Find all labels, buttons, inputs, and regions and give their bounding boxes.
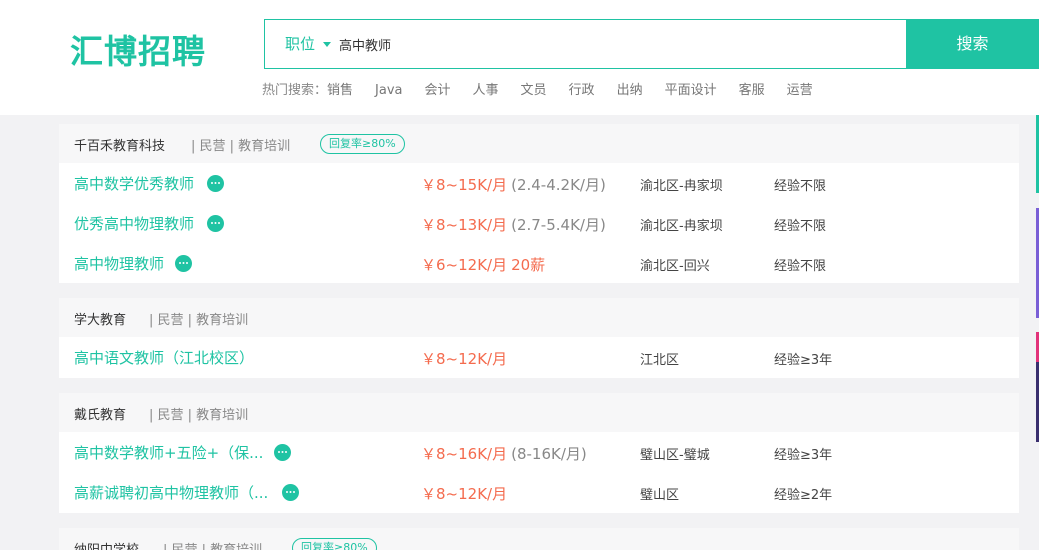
company-header: 学大教育 | 民营 | 教育培训 xyxy=(59,298,1019,337)
job-experience: 经验不限 xyxy=(774,259,827,274)
salary-range: ￥8~16K/月 xyxy=(421,445,508,463)
job-location: 江北区 xyxy=(640,353,680,368)
hot-search-item[interactable]: 出纳 xyxy=(617,79,643,98)
reply-rate-badge: 回复率≥80% xyxy=(320,134,405,154)
company-header: 纳阳中学校 | 民营 | 教育培训 回复率≥80% xyxy=(59,528,1019,550)
salary-range: ￥6~12K/月 xyxy=(421,256,508,274)
job-location: 渝北区-回兴 xyxy=(640,259,710,274)
company-tags: | 民营 | 教育培训 xyxy=(191,139,291,154)
job-title-link[interactable]: 优秀高中物理教师 xyxy=(74,213,194,234)
salary-detail: (2.4-4.2K/月) xyxy=(511,176,606,194)
company-header: 千百禾教育科技 | 民营 | 教育培训 回复率≥80% xyxy=(59,124,1019,163)
hot-search-item[interactable]: 文员 xyxy=(521,79,547,98)
hot-search-item[interactable]: 人事 xyxy=(473,79,499,98)
job-title-link[interactable]: 高中数学优秀教师 xyxy=(74,173,194,194)
search-category-label: 职位 xyxy=(285,35,316,53)
salary-range: ￥8~13K/月 xyxy=(421,216,508,234)
search-box: 职位 xyxy=(264,19,906,69)
logo[interactable]: 汇博招聘 xyxy=(70,30,206,74)
job-row[interactable]: 优秀高中物理教师 ￥8~13K/月 (2.7-5.4K/月) 渝北区-冉家坝 经验… xyxy=(59,203,1019,243)
hot-search-item[interactable]: 运营 xyxy=(787,79,813,98)
hot-search-item[interactable]: 行政 xyxy=(569,79,595,98)
hot-searches-label: 热门搜索： xyxy=(262,83,328,98)
salary: ￥8~15K/月 (2.4-4.2K/月) xyxy=(421,174,606,195)
job-experience: 经验不限 xyxy=(774,179,827,194)
search-input[interactable] xyxy=(339,32,879,56)
job-experience: 经验≥3年 xyxy=(774,448,833,463)
job-location: 璧山区-璧城 xyxy=(640,448,710,463)
hot-search-item[interactable]: 平面设计 xyxy=(665,79,717,98)
company-name[interactable]: 纳阳中学校 xyxy=(74,539,139,550)
company-card: 纳阳中学校 | 民营 | 教育培训 回复率≥80% xyxy=(59,528,1019,550)
hot-search-item[interactable]: 客服 xyxy=(739,79,765,98)
salary: ￥8~12K/月 xyxy=(421,483,507,504)
job-location: 渝北区-冉家坝 xyxy=(640,179,723,194)
chat-bubble-icon[interactable] xyxy=(175,255,192,272)
job-row[interactable]: 高中数学优秀教师 ￥8~15K/月 (2.4-4.2K/月) 渝北区-冉家坝 经验… xyxy=(59,163,1019,203)
salary-range: ￥8~15K/月 xyxy=(421,176,508,194)
hot-search-item[interactable]: Java xyxy=(375,83,402,98)
job-row[interactable]: 高中物理教师 ￥6~12K/月 20薪 渝北区-回兴 经验不限 xyxy=(59,243,1019,283)
chevron-down-icon xyxy=(323,42,332,47)
job-title-link[interactable]: 高中物理教师 xyxy=(74,253,164,274)
company-name[interactable]: 千百禾教育科技 xyxy=(74,135,165,154)
chat-bubble-icon[interactable] xyxy=(207,215,224,232)
company-card: 戴氏教育 | 民营 | 教育培训 高中数学教师+五险+（保... ￥8~16K/… xyxy=(59,393,1019,513)
search-button[interactable]: 搜索 xyxy=(906,19,1039,69)
header: 汇博招聘 职位 搜索 热门搜索：销售 Java 会计 人事 文员 行政 出纳 平面设计 客服 运营 xyxy=(0,0,1039,115)
company-tags: | 民营 | 教育培训 xyxy=(163,539,262,550)
salary-bonus: 20薪 xyxy=(511,256,546,274)
salary: ￥8~16K/月 (8-16K/月) xyxy=(421,443,587,464)
salary: ￥8~12K/月 xyxy=(421,348,507,369)
chat-bubble-icon[interactable] xyxy=(282,484,299,501)
job-experience: 经验≥3年 xyxy=(774,353,833,368)
job-location: 渝北区-冉家坝 xyxy=(640,219,723,234)
job-row[interactable]: 高薪诚聘初高中物理教师（... ￥8~12K/月 璧山区 经验≥2年 xyxy=(59,472,1019,512)
job-location: 璧山区 xyxy=(640,488,680,503)
salary-range: ￥8~12K/月 xyxy=(421,350,508,368)
hot-search-item[interactable]: 会计 xyxy=(425,79,451,98)
hot-search-item[interactable]: 销售 xyxy=(327,79,353,98)
company-header: 戴氏教育 | 民营 | 教育培训 xyxy=(59,393,1019,432)
reply-rate-badge: 回复率≥80% xyxy=(292,538,377,550)
chat-bubble-icon[interactable] xyxy=(274,444,291,461)
salary-range: ￥8~12K/月 xyxy=(421,485,508,503)
job-row[interactable]: 高中语文教师（江北校区） ￥8~12K/月 江北区 经验≥3年 xyxy=(59,337,1019,377)
job-title-link[interactable]: 高中数学教师+五险+（保... xyxy=(74,442,263,463)
salary-detail: (2.7-5.4K/月) xyxy=(511,216,606,234)
job-title-link[interactable]: 高薪诚聘初高中物理教师（... xyxy=(74,482,268,503)
salary: ￥6~12K/月 20薪 xyxy=(421,254,545,275)
chat-bubble-icon[interactable] xyxy=(207,175,224,192)
salary-detail: (8-16K/月) xyxy=(511,445,587,463)
company-name[interactable]: 学大教育 xyxy=(74,309,126,328)
job-row[interactable]: 高中数学教师+五险+（保... ￥8~16K/月 (8-16K/月) 璧山区-璧城… xyxy=(59,432,1019,472)
company-tags: | 民营 | 教育培训 xyxy=(149,313,249,328)
search-category-select[interactable]: 职位 xyxy=(285,20,332,68)
company-tags: | 民营 | 教育培训 xyxy=(149,408,249,423)
job-experience: 经验不限 xyxy=(774,219,827,234)
job-experience: 经验≥2年 xyxy=(774,488,833,503)
company-name[interactable]: 戴氏教育 xyxy=(74,404,126,423)
salary: ￥8~13K/月 (2.7-5.4K/月) xyxy=(421,214,606,235)
company-card: 千百禾教育科技 | 民营 | 教育培训 回复率≥80% 高中数学优秀教师 ￥8~… xyxy=(59,124,1019,283)
job-title-link[interactable]: 高中语文教师（江北校区） xyxy=(74,347,254,368)
hot-searches: 热门搜索：销售 Java 会计 人事 文员 行政 出纳 平面设计 客服 运营 xyxy=(262,79,835,98)
company-card: 学大教育 | 民营 | 教育培训 高中语文教师（江北校区） ￥8~12K/月 江… xyxy=(59,298,1019,378)
